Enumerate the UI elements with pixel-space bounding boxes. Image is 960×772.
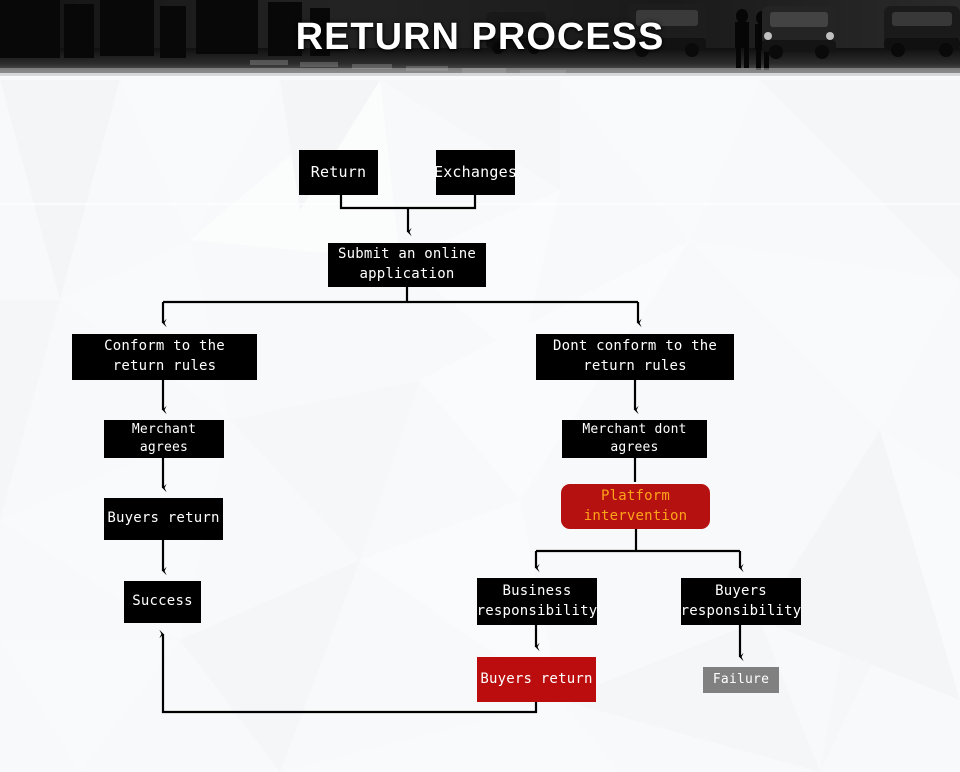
node-business-responsibility[interactable]: Business responsibility xyxy=(477,578,597,625)
node-buyers-responsibility[interactable]: Buyers responsibility xyxy=(681,578,801,625)
node-conform-to-return-rules[interactable]: Conform to the return rules xyxy=(72,334,257,380)
node-submit-online-application[interactable]: Submit an online application xyxy=(328,243,486,287)
node-return[interactable]: Return xyxy=(299,150,378,195)
header-banner: RETURN PROCESS xyxy=(0,0,960,76)
node-dont-conform-to-return-rules[interactable]: Dont conform to the return rules xyxy=(536,334,734,380)
node-success[interactable]: Success xyxy=(124,581,201,623)
node-merchant-agrees[interactable]: Merchant agrees xyxy=(104,420,224,458)
edge-return-to-merge xyxy=(339,195,477,210)
node-buyers-return-right[interactable]: Buyers return xyxy=(477,657,596,702)
node-buyers-return-left[interactable]: Buyers return xyxy=(104,498,223,540)
flowchart-page: RETURN PROCESS Return Exchanges Submit a… xyxy=(0,0,960,772)
node-exchanges[interactable]: Exchanges xyxy=(434,150,517,195)
node-merchant-dont-agrees[interactable]: Merchant dont agrees xyxy=(562,420,707,458)
page-title: RETURN PROCESS xyxy=(295,15,665,58)
node-failure[interactable]: Failure xyxy=(703,667,779,693)
node-platform-intervention[interactable]: Platform intervention xyxy=(561,484,710,529)
